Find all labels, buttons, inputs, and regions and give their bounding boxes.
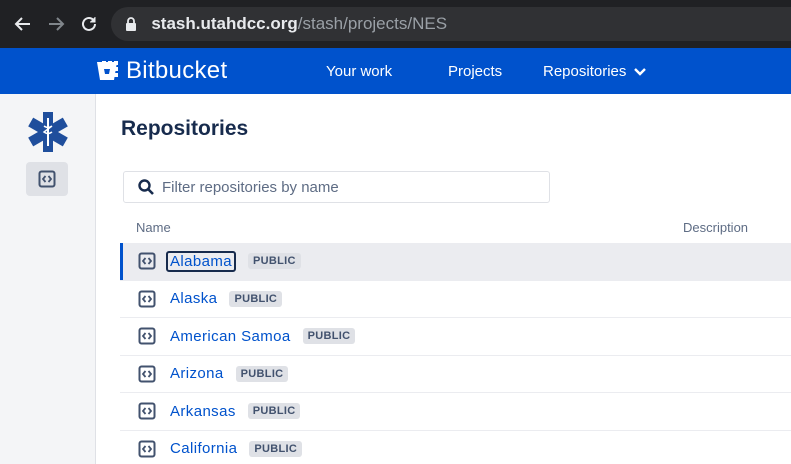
public-badge: PUBLIC xyxy=(247,403,301,420)
nav-projects[interactable]: Projects xyxy=(448,63,502,80)
table-row[interactable]: American Samoa PUBLIC xyxy=(120,318,791,356)
repo-link[interactable]: Arkansas xyxy=(170,403,236,420)
bitbucket-logo[interactable]: Bitbucket xyxy=(96,57,227,85)
project-avatar[interactable] xyxy=(24,108,72,156)
page-title: Repositories xyxy=(121,117,249,140)
table-row[interactable]: Arkansas PUBLIC xyxy=(120,393,791,431)
repo-link[interactable]: Alabama xyxy=(166,250,237,272)
code-repo-icon xyxy=(138,252,156,270)
project-sidebar xyxy=(0,94,96,464)
repo-link[interactable]: Arizona xyxy=(170,365,224,382)
back-button[interactable] xyxy=(8,9,37,39)
column-header-description: Description xyxy=(683,220,749,235)
browser-toolbar: stash.utahdcc.org/stash/projects/NES xyxy=(0,0,791,48)
code-repo-icon xyxy=(138,290,156,308)
app-header: Bitbucket Your work Projects Repositorie… xyxy=(0,48,791,94)
filter-box[interactable] xyxy=(123,171,550,203)
public-badge: PUBLIC xyxy=(249,440,303,457)
product-name: Bitbucket xyxy=(126,57,228,84)
code-repo-icon xyxy=(138,440,156,458)
nav-your-work[interactable]: Your work xyxy=(326,63,392,80)
forward-button[interactable] xyxy=(41,9,70,39)
url-host: stash.utahdcc.org xyxy=(151,14,298,33)
code-repo-icon xyxy=(138,327,156,345)
repo-link[interactable]: American Samoa xyxy=(170,328,291,345)
public-badge: PUBLIC xyxy=(302,328,356,345)
address-bar[interactable]: stash.utahdcc.org/stash/projects/NES xyxy=(111,7,791,41)
search-icon xyxy=(138,179,154,195)
lock-icon xyxy=(125,16,139,32)
code-repo-icon xyxy=(38,170,56,188)
repo-link[interactable]: Alaska xyxy=(170,290,217,307)
column-header-name[interactable]: Name xyxy=(136,220,171,235)
public-badge: PUBLIC xyxy=(248,253,301,270)
bitbucket-icon xyxy=(97,62,117,80)
code-repo-icon xyxy=(138,365,156,383)
filter-input[interactable] xyxy=(162,178,542,196)
chevron-down-icon xyxy=(634,67,647,76)
public-badge: PUBLIC xyxy=(235,365,289,382)
table-row[interactable]: Arizona PUBLIC xyxy=(120,356,791,393)
code-repo-icon xyxy=(138,402,156,420)
nav-repositories[interactable]: Repositories xyxy=(543,63,647,80)
table-row[interactable]: California PUBLIC xyxy=(120,431,791,464)
url-path: /stash/projects/NES xyxy=(297,14,448,33)
star-of-life-icon xyxy=(28,112,68,152)
arrow-left-icon xyxy=(14,17,30,31)
table-row[interactable]: Alaska PUBLIC xyxy=(120,281,791,318)
sidebar-repositories-button[interactable] xyxy=(26,162,68,196)
arrow-right-icon xyxy=(48,17,65,31)
nav-repositories-label: Repositories xyxy=(543,63,627,80)
reload-button[interactable] xyxy=(74,9,103,39)
table-row[interactable]: Alabama PUBLIC xyxy=(120,243,791,281)
repository-list: Alabama PUBLIC Alaska PUBLIC American Sa… xyxy=(120,243,791,464)
public-badge: PUBLIC xyxy=(229,290,283,307)
reload-icon xyxy=(81,16,96,31)
repo-link[interactable]: California xyxy=(170,440,237,457)
